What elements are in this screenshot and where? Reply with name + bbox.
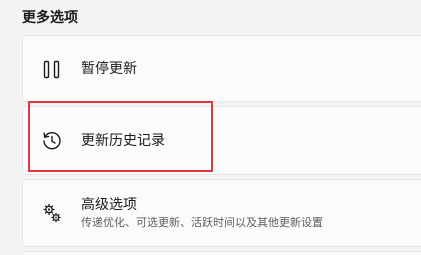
advanced-options-description: 传递优化、可选更新、活跃时间以及其他更新设置 (81, 216, 323, 229)
gear-cluster-icon (41, 202, 63, 224)
advanced-options-label: 高级选项 (81, 197, 137, 213)
pause-updates-label: 暂停更新 (81, 61, 137, 77)
next-option-partial[interactable] (22, 251, 421, 255)
pause-icon (41, 59, 63, 81)
section-title: 更多选项 (22, 10, 78, 26)
pause-updates-option[interactable]: 暂停更新 (22, 35, 421, 102)
history-icon (41, 130, 63, 152)
update-history-option[interactable]: 更新历史记录 (22, 106, 421, 175)
more-options-page: 更多选项 暂停更新 更新历史记录 高级选项 传递优化、可选更新、活跃时间以及其他… (0, 0, 421, 255)
update-history-label: 更新历史记录 (81, 133, 165, 149)
advanced-options-option[interactable]: 高级选项 传递优化、可选更新、活跃时间以及其他更新设置 (22, 179, 421, 247)
